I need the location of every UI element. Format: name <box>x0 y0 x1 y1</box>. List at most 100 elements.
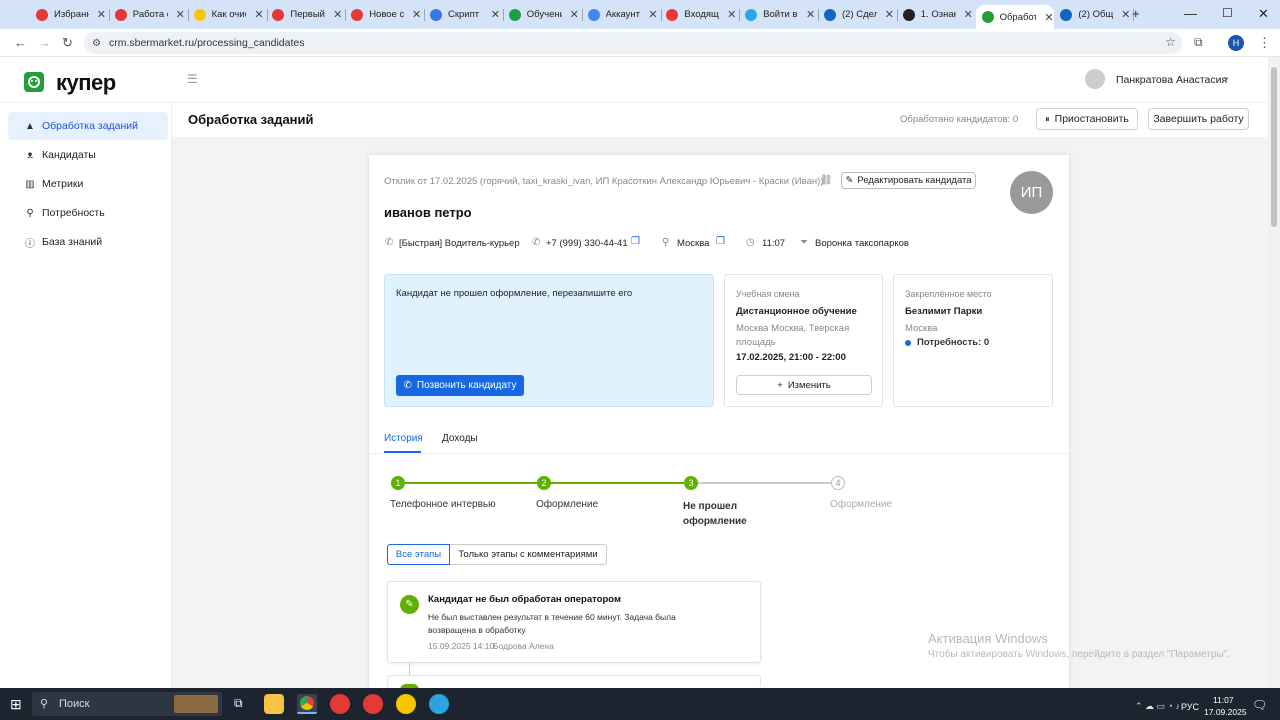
tab-income[interactable]: Доходы <box>442 433 478 444</box>
tab-close-icon[interactable]: ✕ <box>254 8 263 21</box>
notifications-icon[interactable]: 🗨 <box>1252 698 1267 712</box>
clock-date[interactable]: 17.09.2025 <box>1204 707 1247 717</box>
shift-date: 17.02.2025, 21:00 - 22:00 <box>736 352 846 363</box>
call-candidate-button[interactable]: ✆ Позвонить кандидату <box>396 375 524 396</box>
tab-close-icon[interactable]: ✕ <box>806 8 815 21</box>
edit-candidate-label: Редактировать кандидата <box>857 175 972 186</box>
shift-title: Учебная смена <box>736 289 800 299</box>
browser-tab[interactable]: Новое с ✕ <box>351 5 421 24</box>
taskbar: ⊞ ⚲ Поиск ⧉ <box>0 688 1280 720</box>
browser-tab[interactable]: Входящи ✕ <box>666 5 736 24</box>
explorer-icon[interactable] <box>264 694 284 714</box>
tab-close-icon[interactable]: ✕ <box>97 8 106 21</box>
copy-city-icon[interactable]: ❐ <box>716 236 725 247</box>
sidebar-item-knowledge[interactable]: ⓘ База знаний <box>8 228 168 256</box>
sidebar-item-metrics[interactable]: ▥ Метрики <box>8 170 168 198</box>
tab-separator <box>581 9 583 21</box>
extensions-icon[interactable]: ⧉ <box>1194 35 1203 50</box>
language-indicator[interactable]: РУС <box>1181 702 1199 712</box>
activation-text: Чтобы активировать Windows, перейдите в … <box>928 649 1231 660</box>
browser-menu-icon[interactable]: ⋮ <box>1258 35 1271 51</box>
tab-close-icon[interactable]: ✕ <box>491 8 500 21</box>
chart-icon: ▥ <box>25 178 35 190</box>
edit-candidate-button[interactable]: ✎ Редактировать кандидата <box>841 172 976 189</box>
taskbar-search[interactable]: ⚲ Поиск <box>32 692 222 716</box>
site-info-icon[interactable]: ⚙ <box>92 38 101 49</box>
tab-favicon <box>587 8 600 21</box>
tab-close-icon[interactable]: ✕ <box>1044 11 1053 24</box>
sidebar-item-tasks[interactable]: ▲ Обработка заданий <box>8 112 168 140</box>
history-event-card-next <box>387 675 761 690</box>
tab-title: (2) Общ <box>1078 9 1114 20</box>
event-date: 15.09.2025 14:10 <box>428 641 495 651</box>
browser-tab[interactable]: Обучение ✕ <box>508 5 579 24</box>
clock-time[interactable]: 11:07 <box>1213 695 1234 705</box>
browser-tab[interactable]: (2) Сдел ✕ <box>824 5 894 24</box>
scrollbar[interactable] <box>1268 57 1280 688</box>
pause-button-label: Приостановить <box>1054 113 1129 125</box>
url-text: crm.sbermarket.ru/processing_candidates <box>108 37 305 49</box>
chevron-down-icon[interactable]: ⌄ <box>1222 72 1230 83</box>
taskbar-search-label: Поиск <box>59 698 90 710</box>
task-view-icon[interactable]: ⧉ <box>234 696 243 711</box>
back-icon[interactable]: ← <box>14 35 27 50</box>
event-text: Не был выставлен результат в течение 60 … <box>428 612 676 635</box>
collapse-menu-icon[interactable]: ☰ <box>187 72 198 86</box>
browser-tab[interactable]: (2) Общ ✕ <box>1060 5 1130 24</box>
tray-icons[interactable]: ⌃ ☁ ▭ ◔ ♪ <box>1135 701 1180 712</box>
telegram-icon[interactable] <box>429 694 449 714</box>
scrollbar-thumb[interactable] <box>1271 67 1277 227</box>
sidebar-item-need[interactable]: ⚲ Потребность <box>8 199 168 227</box>
browser-tab[interactable]: 1. Ознак ✕ <box>902 5 973 24</box>
tab-favicon <box>36 8 48 21</box>
minimize-icon[interactable]: — <box>1184 6 1197 21</box>
change-shift-button[interactable]: + Изменить <box>736 375 872 395</box>
link-icon[interactable]: ⛓ <box>820 175 833 186</box>
beeline-icon[interactable] <box>396 694 416 714</box>
tab-close-icon[interactable]: ✕ <box>570 8 579 21</box>
pause-button[interactable]: ⏸ Приостановить <box>1036 108 1138 130</box>
browser-tab[interactable]: Избранное ✕ <box>36 5 106 24</box>
profile-avatar[interactable]: Н <box>1228 35 1244 51</box>
tab-close-icon[interactable]: ✕ <box>176 8 185 21</box>
tab-close-icon[interactable]: ✕ <box>1121 8 1130 21</box>
tab-close-icon[interactable]: ✕ <box>648 8 657 21</box>
browser-tab[interactable]: Как очис ✕ <box>193 5 264 24</box>
tab-title: Скрипт <box>448 9 480 20</box>
copy-phone-icon[interactable]: ❐ <box>631 236 640 247</box>
sidebar-item-candidates[interactable]: ᴥ Кандидаты <box>8 141 168 169</box>
tab-close-icon[interactable]: ✕ <box>412 8 421 21</box>
filter-with-comments[interactable]: Только этапы с комментариями <box>450 544 607 565</box>
browser-tab[interactable]: Скрипт ✕ <box>430 5 500 24</box>
reload-icon[interactable]: ↻ <box>62 35 73 51</box>
yandex-browser-icon[interactable] <box>363 694 383 714</box>
url-field[interactable]: ⚙ crm.sbermarket.ru/processing_candidate… <box>84 32 1182 54</box>
tab-title: Входящи <box>684 9 719 20</box>
yandex-icon[interactable] <box>330 694 350 714</box>
user-avatar[interactable] <box>1085 69 1105 89</box>
browser-tab[interactable]: Обработ ✕ <box>975 5 1054 29</box>
new-tab-icon[interactable]: + <box>1132 6 1140 21</box>
chrome-icon[interactable] <box>297 694 317 714</box>
tab-history[interactable]: История <box>384 433 423 444</box>
candidate-name: иванов петро <box>384 205 472 220</box>
browser-tab[interactable]: Работа с ✕ <box>114 5 185 24</box>
tab-close-icon[interactable]: ✕ <box>727 8 736 21</box>
browser-tab[interactable]: Первый ✕ <box>272 5 342 24</box>
finish-button[interactable]: Завершить работу <box>1148 108 1249 130</box>
sidebar-item-label: Обработка заданий <box>42 120 139 132</box>
filter-all-stages[interactable]: Все этапы <box>387 544 450 565</box>
tab-close-icon[interactable]: ✕ <box>885 8 894 21</box>
bookmark-star-icon[interactable]: ☆ <box>1165 35 1176 49</box>
tab-close-icon[interactable]: ✕ <box>333 8 342 21</box>
browser-tab[interactable]: Аккаунт ✕ <box>587 5 658 24</box>
browser-tab[interactable]: Войти в ✕ <box>745 5 815 24</box>
forward-icon[interactable]: → <box>38 35 51 50</box>
tab-close-icon[interactable]: ✕ <box>964 8 973 21</box>
maximize-icon[interactable]: ☐ <box>1222 6 1233 20</box>
user-name[interactable]: Панкратова Анастасия <box>1116 74 1227 86</box>
place-city: Москва <box>905 323 938 334</box>
windows-start-icon[interactable]: ⊞ <box>10 696 22 713</box>
funnel-icon: ⏷ <box>800 237 808 248</box>
close-window-icon[interactable]: ✕ <box>1258 6 1269 22</box>
